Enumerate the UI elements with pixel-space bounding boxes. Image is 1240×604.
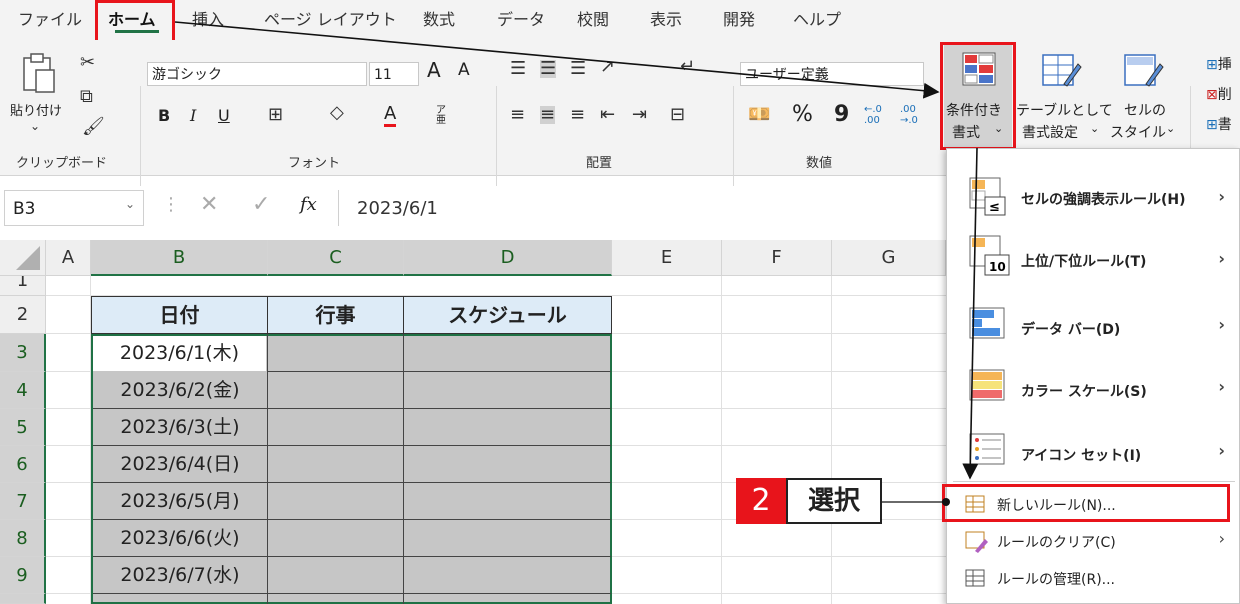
annotation-arrows (174, 21, 979, 506)
